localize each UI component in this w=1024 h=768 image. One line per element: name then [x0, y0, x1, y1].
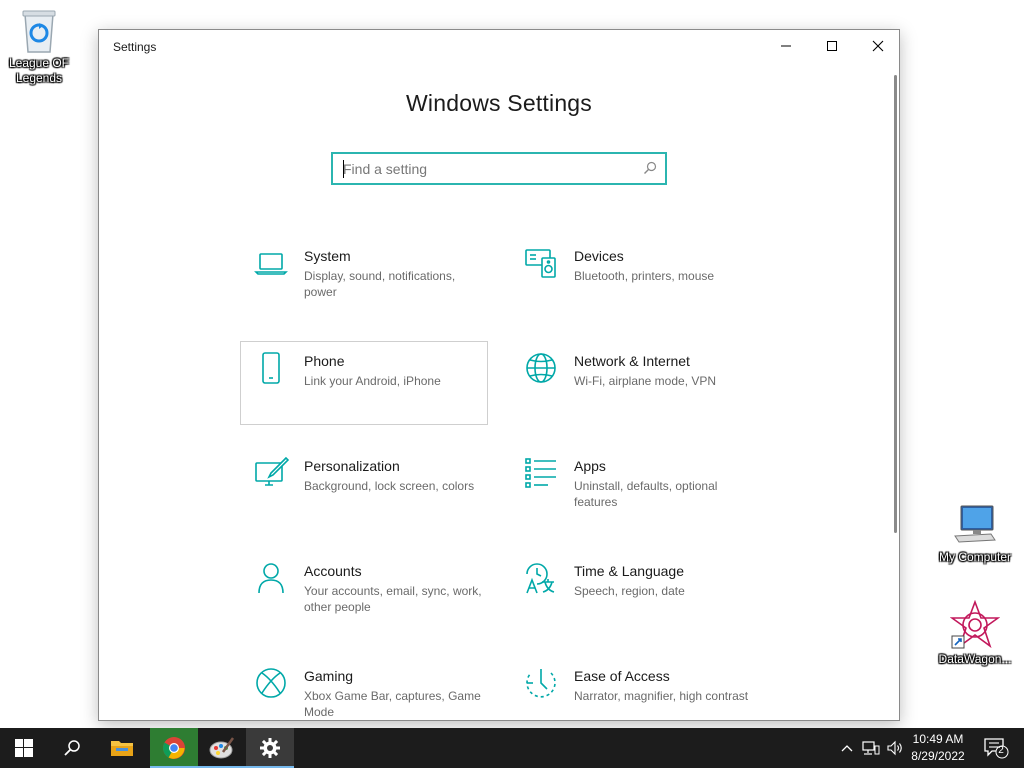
- tile-description: Background, lock screen, colors: [304, 479, 475, 493]
- tile-title: Devices: [574, 248, 624, 264]
- minimize-button[interactable]: [763, 30, 809, 62]
- notification-count-badge: 2: [998, 745, 1004, 756]
- tile-phone[interactable]: Phone Link your Android, iPhone: [240, 341, 488, 425]
- windows-logo-icon: [15, 739, 33, 757]
- tile-title: Network & Internet: [574, 353, 690, 369]
- tile-apps[interactable]: Apps Uninstall, defaults, optional featu…: [510, 446, 758, 530]
- desktop-icon-league-of-legends[interactable]: League OF Legends: [0, 8, 84, 86]
- tile-title: System: [304, 248, 351, 264]
- title-bar[interactable]: Settings: [99, 30, 899, 62]
- tile-title: Phone: [304, 353, 345, 369]
- folder-icon: [111, 741, 133, 756]
- tile-title: Gaming: [304, 668, 354, 684]
- globe-icon: [526, 353, 556, 383]
- close-button[interactable]: [855, 30, 899, 62]
- action-center-button[interactable]: 2: [976, 728, 1016, 768]
- tile-accounts[interactable]: Accounts Your accounts, email, sync, wor…: [240, 551, 488, 635]
- volume-tray-button[interactable]: [884, 728, 906, 768]
- devices-icon: [525, 249, 556, 278]
- clock[interactable]: 10:49 AM 8/29/2022: [906, 731, 970, 765]
- search-button[interactable]: [48, 728, 96, 768]
- page-title: Windows Settings: [406, 90, 592, 116]
- tile-title: Accounts: [304, 563, 362, 579]
- clock-date: 8/29/2022: [911, 749, 965, 763]
- chevron-up-icon: [841, 745, 853, 752]
- tile-description: Your accounts, email, sync, work, other …: [304, 584, 482, 614]
- tile-devices[interactable]: Devices Bluetooth, printers, mouse: [510, 236, 758, 320]
- tile-description: Uninstall, defaults, optional features: [574, 479, 718, 509]
- tile-description: Wi-Fi, airplane mode, VPN: [574, 374, 717, 388]
- tile-title: Personalization: [304, 458, 400, 474]
- maximize-button[interactable]: [809, 30, 855, 62]
- text-caret: [343, 160, 344, 178]
- recycle-bin-icon: [22, 10, 56, 53]
- tile-title: Apps: [574, 458, 606, 474]
- tile-network-internet[interactable]: Network & Internet Wi-Fi, airplane mode,…: [510, 341, 758, 425]
- phone-icon: [262, 352, 280, 384]
- start-button[interactable]: [0, 728, 48, 768]
- chrome-button[interactable]: [150, 728, 198, 768]
- datawagon-logo-icon: [950, 600, 1000, 649]
- search-box[interactable]: [331, 152, 667, 185]
- desktop-icon-label: League OF Legends: [8, 56, 70, 85]
- tile-system[interactable]: System Display, sound, notifications, po…: [240, 236, 488, 320]
- minimize-icon: [781, 45, 791, 47]
- scrollbar[interactable]: [894, 75, 897, 533]
- tile-description: Narrator, magnifier, high contrast: [574, 689, 749, 703]
- desktop-icon-label: DataWagon...: [938, 652, 1012, 666]
- tile-title: Time & Language: [574, 563, 684, 579]
- window-title: Settings: [113, 40, 157, 54]
- person-icon: [258, 563, 284, 594]
- show-hidden-icons-button[interactable]: [838, 728, 856, 768]
- search-input[interactable]: [343, 158, 633, 180]
- gear-icon: [260, 738, 280, 758]
- clock-time: 10:49 AM: [912, 732, 964, 746]
- paint-palette-icon: [209, 737, 235, 759]
- tile-description: Speech, region, date: [574, 584, 685, 598]
- xbox-icon: [256, 668, 286, 698]
- tile-title: Ease of Access: [574, 668, 670, 684]
- search-icon: [64, 740, 80, 756]
- laptop-icon: [254, 253, 288, 275]
- paint-app-button[interactable]: [198, 728, 246, 768]
- tile-description: Xbox Game Bar, captures, Game Mode: [304, 689, 481, 719]
- file-explorer-button[interactable]: [98, 728, 146, 768]
- tile-personalization[interactable]: Personalization Background, lock screen,…: [240, 446, 488, 530]
- maximize-icon: [827, 41, 837, 51]
- tile-time-language[interactable]: Time & Language Speech, region, date: [510, 551, 758, 635]
- computer-icon: [954, 505, 996, 543]
- ease-of-access-icon: [526, 669, 556, 698]
- tile-description: Link your Android, iPhone: [304, 374, 441, 388]
- time-language-icon: [526, 563, 555, 594]
- desktop-icon-label: My Computer: [938, 550, 1012, 564]
- settings-app-button[interactable]: [246, 728, 294, 768]
- tile-gaming[interactable]: Gaming Xbox Game Bar, captures, Game Mod…: [240, 656, 488, 720]
- settings-window: Settings Windows Settings System Display…: [98, 29, 900, 721]
- paint-icon: [255, 456, 289, 486]
- network-tray-button[interactable]: [860, 728, 882, 768]
- network-icon: [862, 741, 880, 755]
- taskbar: 10:49 AM 8/29/2022 2: [0, 728, 1024, 768]
- close-icon: [872, 40, 884, 52]
- desktop-icon-datawagon[interactable]: DataWagon...: [930, 600, 1020, 667]
- desktop-icon-my-computer[interactable]: My Computer: [930, 504, 1020, 565]
- tile-description: Bluetooth, printers, mouse: [574, 269, 715, 283]
- chrome-icon: [163, 737, 185, 759]
- tile-ease-of-access[interactable]: Ease of Access Narrator, magnifier, high…: [510, 656, 758, 720]
- apps-list-icon: [525, 458, 556, 488]
- tile-description: Display, sound, notifications, power: [304, 269, 456, 299]
- volume-icon: [887, 740, 902, 756]
- search-icon[interactable]: [643, 161, 657, 175]
